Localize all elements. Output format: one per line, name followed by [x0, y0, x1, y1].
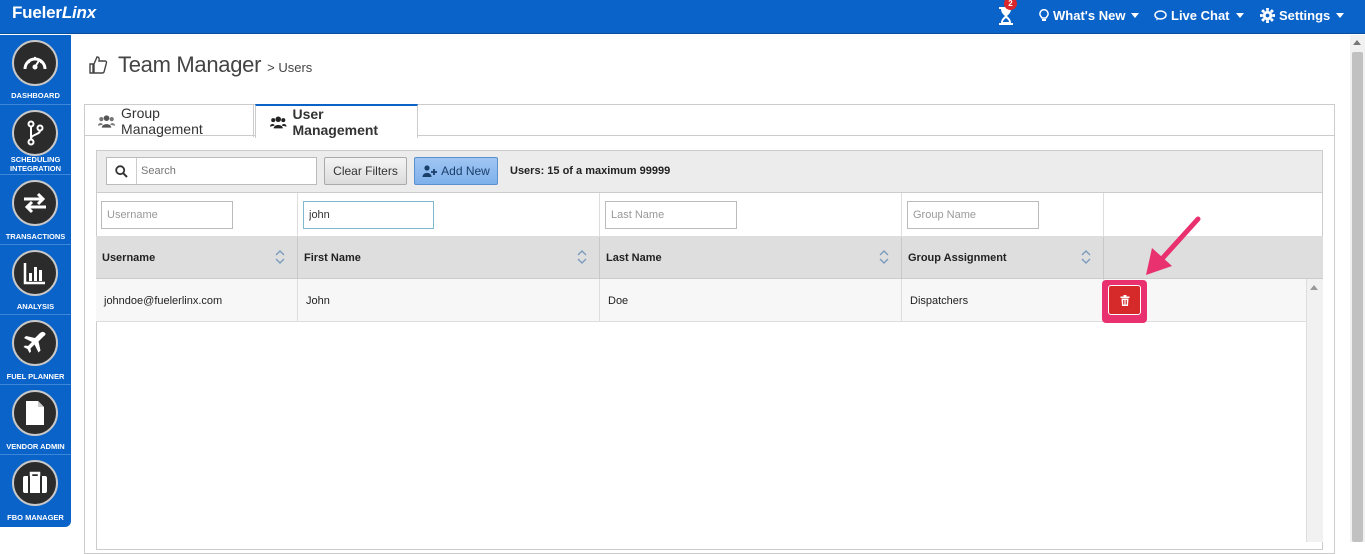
sort-icon [1081, 250, 1091, 264]
filter-row [96, 193, 1323, 237]
scroll-up-icon[interactable] [1353, 40, 1361, 45]
column-label: Username [102, 252, 156, 264]
trash-icon [1120, 294, 1129, 306]
cell-first-name: John [298, 279, 600, 322]
group-name-filter[interactable] [907, 201, 1039, 229]
whats-new-menu[interactable]: What's New [1039, 8, 1140, 23]
chevron-down-icon [1131, 13, 1140, 18]
sidebar-item-label: SCHEDULING INTEGRATION [9, 155, 62, 173]
last-name-filter[interactable] [605, 201, 737, 229]
cell-last-name: Doe [600, 279, 902, 322]
users-icon [98, 114, 116, 128]
tab-label: Group Management [121, 104, 203, 137]
app-logo[interactable]: FuelerLinx [12, 3, 96, 23]
filter-cell-username [96, 193, 298, 237]
lightbulb-icon [1039, 9, 1049, 21]
sort-icon [879, 250, 889, 264]
column-label: First Name [304, 252, 361, 264]
transfer-icon [12, 180, 58, 226]
search-button[interactable] [107, 158, 137, 184]
filter-cell-group-name [902, 193, 1104, 237]
sidebar-item-label: FUEL PLANNER [6, 372, 65, 381]
column-label: Last Name [606, 252, 662, 264]
filter-cell-last-name [600, 193, 902, 237]
chat-icon [1154, 10, 1167, 21]
tabs: Group Management User Management [84, 104, 1335, 138]
gear-icon [1260, 8, 1275, 23]
grid-scrollbar[interactable] [1306, 279, 1323, 542]
annotation-arrow-icon [1146, 216, 1201, 275]
sidebar-item-fuel-planner[interactable]: FUEL PLANNER [0, 315, 71, 385]
sidebar-item-label: VENDOR ADMIN [6, 442, 65, 451]
breadcrumb[interactable]: > Users [267, 60, 312, 75]
sidebar-item-fbo-manager[interactable]: FBO MANAGER [0, 455, 71, 525]
tab-group-management[interactable]: Group Management [84, 104, 254, 137]
cell-username: johndoe@fuelerlinx.com [96, 279, 298, 322]
add-user-icon [422, 165, 438, 177]
search-input[interactable] [137, 158, 315, 184]
search-icon [115, 164, 128, 178]
dashboard-icon [12, 40, 58, 86]
column-header-group-assignment[interactable]: Group Assignment [902, 237, 1104, 279]
column-header-first-name[interactable]: First Name [298, 237, 600, 279]
sidebar: DASHBOARD SCHEDULING INTEGRATION TRANSAC… [0, 35, 71, 527]
cell-group: Dispatchers [902, 279, 1104, 322]
sidebar-item-label: FBO MANAGER [7, 513, 64, 522]
filter-cell-first-name [298, 193, 600, 237]
sidebar-item-label: DASHBOARD [11, 91, 60, 100]
sidebar-item-transactions[interactable]: TRANSACTIONS [0, 175, 71, 245]
whats-new-label: What's New [1053, 8, 1126, 23]
add-new-button[interactable]: Add New [414, 157, 498, 185]
page-header: Team Manager > Users [88, 52, 312, 78]
column-header-username[interactable]: Username [96, 237, 298, 279]
delete-user-button[interactable] [1108, 285, 1141, 315]
branch-icon [12, 110, 58, 156]
sort-icon [275, 250, 285, 264]
document-icon [12, 390, 58, 436]
chevron-down-icon [1336, 13, 1345, 18]
plane-icon [12, 320, 58, 366]
sidebar-item-dashboard[interactable]: DASHBOARD [0, 35, 71, 105]
bar-chart-icon [12, 250, 58, 296]
clear-filters-button[interactable]: Clear Filters [324, 157, 407, 185]
first-name-filter[interactable] [303, 201, 434, 229]
live-chat-label: Live Chat [1171, 8, 1230, 23]
add-new-label: Add New [441, 164, 490, 178]
scroll-up-icon[interactable] [1310, 285, 1318, 290]
table-header: Username First Name Last Name Group Assi… [96, 237, 1323, 279]
page-scrollbar-thumb[interactable] [1352, 52, 1363, 542]
page-title: Team Manager [118, 52, 262, 77]
sidebar-item-label: TRANSACTIONS [5, 232, 66, 241]
search-box [106, 157, 317, 185]
settings-label: Settings [1279, 8, 1331, 23]
sidebar-item-vendor-admin[interactable]: VENDOR ADMIN [0, 385, 71, 455]
column-header-last-name[interactable]: Last Name [600, 237, 902, 279]
username-filter[interactable] [101, 201, 233, 229]
tab-label: User Management [292, 106, 379, 138]
sidebar-item-scheduling-integration[interactable]: SCHEDULING INTEGRATION [0, 105, 71, 175]
chevron-down-icon [1235, 13, 1244, 18]
sort-icon [577, 250, 587, 264]
sidebar-item-label: ANALYSIS [16, 302, 55, 311]
live-chat-menu[interactable]: Live Chat [1154, 8, 1244, 23]
thumbs-up-icon [89, 56, 108, 74]
sidebar-item-analysis[interactable]: ANALYSIS [0, 245, 71, 315]
column-label: Group Assignment [908, 252, 1007, 264]
users-icon [270, 116, 287, 129]
settings-menu[interactable]: Settings [1260, 8, 1345, 23]
briefcase-icon [12, 460, 58, 506]
users-count: Users: 15 of a maximum 99999 [510, 165, 671, 177]
tab-user-management[interactable]: User Management [255, 104, 418, 138]
